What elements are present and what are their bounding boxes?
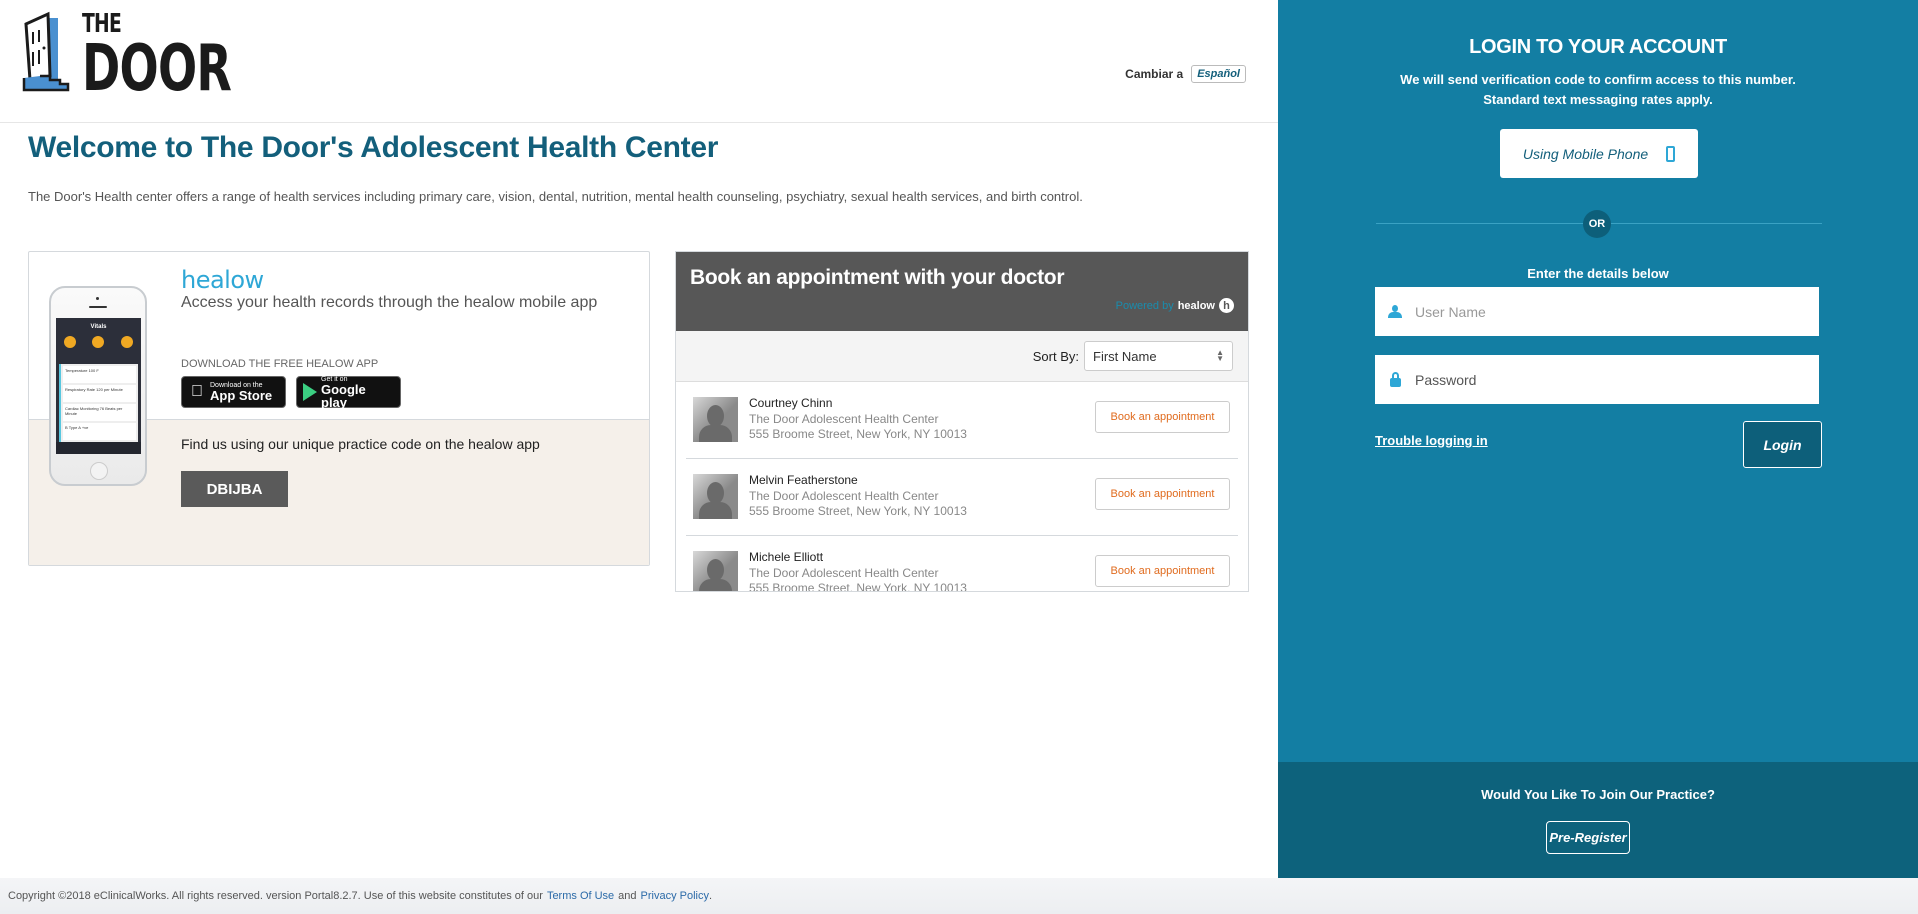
doctor-name: Michele Elliott (749, 550, 824, 564)
phone-speaker (89, 306, 107, 308)
phone-vitals-list: Temperature 100 F Respiratory Rate 120 p… (59, 364, 138, 442)
password-input[interactable] (1415, 371, 1795, 388)
login-title: LOGIN TO YOUR ACCOUNT (1469, 36, 1727, 58)
login-subtitle: We will send verification code to confir… (1400, 72, 1796, 107)
footer-period: . (709, 890, 713, 902)
healow-tagline: Access your health records through the h… (181, 294, 598, 311)
login-button[interactable]: Login (1743, 421, 1822, 468)
select-arrows-icon: ▲ ▼ (1216, 348, 1224, 363)
user-icon (1375, 304, 1415, 319)
page-title: Welcome to The Door's Adolescent Health … (28, 131, 719, 164)
sort-by-select[interactable]: First Name ▲ ▼ (1084, 341, 1233, 371)
doctor-practice: The Door Adolescent Health Center (749, 412, 939, 426)
logo-door: DOOR (82, 32, 232, 106)
bp-icon (120, 336, 133, 348)
doctor-address: 555 Broome Street, New York, NY 10013 (749, 427, 967, 441)
doctor-list-item: Courtney Chinn The Door Adolescent Healt… (686, 382, 1238, 459)
language-label: Cambiar a (1125, 67, 1184, 81)
phone-screen: Vitals Temperature 100 F Respiratory Rat… (56, 318, 141, 454)
book-appointment-card: Book an appointment with your doctor Pow… (675, 251, 1249, 592)
page: THE DOOR Cambiar a Español Welcome to Th… (0, 0, 1918, 914)
phone-vital-row: Temperature 100 F (63, 366, 136, 383)
phone-mockup-image: Vitals Temperature 100 F Respiratory Rat… (49, 286, 147, 486)
mobile-button-label: Using Mobile Phone (1522, 145, 1649, 162)
doctor-practice: The Door Adolescent Health Center (749, 566, 939, 580)
powered-by-brand: healow (1177, 299, 1215, 312)
healow-app-card: Vitals Temperature 100 F Respiratory Rat… (28, 251, 650, 566)
doctor-address: 555 Broome Street, New York, NY 10013 (749, 581, 967, 592)
join-practice-panel: Would You Like To Join Our Practice? Pre… (1278, 762, 1918, 878)
doctor-avatar (693, 474, 738, 519)
healow-h-icon: h (1219, 298, 1234, 313)
google-play-text: Get it on Google play (321, 376, 394, 409)
password-field (1375, 355, 1819, 404)
logo-wordmark: THE DOOR (82, 10, 289, 106)
using-mobile-phone-button[interactable]: Using Mobile Phone (1500, 129, 1698, 178)
trouble-logging-in-link[interactable]: Trouble logging in (1375, 433, 1488, 448)
pre-register-button[interactable]: Pre-Register (1546, 821, 1630, 854)
sort-bar: Sort By: First Name ▲ ▼ (676, 331, 1248, 382)
doctor-practice: The Door Adolescent Health Center (749, 489, 939, 503)
username-input[interactable] (1415, 303, 1795, 320)
doctor-name: Melvin Featherstone (749, 473, 858, 487)
doctor-address: 555 Broome Street, New York, NY 10013 (749, 504, 967, 518)
terms-of-use-link[interactable]: Terms Of Use (547, 890, 614, 902)
footer-and: and (618, 890, 637, 902)
phone-screen-title: Vitals (90, 324, 107, 330)
practice-code: DBIJBA (181, 471, 288, 507)
powered-by-healow: Powered by healow h (1116, 298, 1234, 313)
login-panel: LOGIN TO YOUR ACCOUNT We will send verif… (1278, 0, 1918, 878)
header: THE DOOR Cambiar a Español (0, 0, 1278, 123)
sort-label: Sort By: (1032, 348, 1079, 364)
door-icon (22, 11, 70, 92)
height-icon (64, 336, 77, 348)
phone-vital-row: B Type A +ve (63, 423, 136, 440)
appointment-title: Book an appointment with your doctor (690, 266, 1065, 289)
google-play-big: Google play (321, 381, 366, 410)
apple-icon:  (188, 383, 206, 401)
google-play-button[interactable]: Get it on Google play (296, 376, 401, 409)
doctor-avatar (693, 397, 738, 442)
book-appointment-button[interactable]: Book an appointment (1095, 401, 1230, 433)
username-field (1375, 287, 1819, 336)
google-play-icon (303, 383, 317, 401)
lock-icon (1375, 372, 1415, 387)
the-door-logo[interactable]: THE DOOR (22, 8, 232, 108)
weight-icon (92, 336, 105, 348)
book-appointment-button[interactable]: Book an appointment (1095, 478, 1230, 510)
details-label: Enter the details below (1527, 266, 1669, 281)
main-content: THE DOOR Cambiar a Español Welcome to Th… (0, 0, 1278, 878)
appointment-header: Book an appointment with your doctor Pow… (676, 252, 1248, 331)
book-appointment-button[interactable]: Book an appointment (1095, 555, 1230, 587)
download-label: DOWNLOAD THE FREE HEALOW APP (181, 358, 379, 370)
mobile-phone-icon (1666, 145, 1676, 162)
privacy-policy-link[interactable]: Privacy Policy (641, 890, 709, 902)
doctor-list-item: Michele Elliott The Door Adolescent Heal… (686, 536, 1238, 592)
intro-text: The Door's Health center offers a range … (28, 189, 1083, 204)
app-store-button[interactable]:  Download on the App Store (181, 376, 286, 408)
doctor-name: Courtney Chinn (749, 396, 833, 410)
espanol-button[interactable]: Español (1191, 65, 1246, 83)
app-store-text: Download on the App Store (210, 382, 272, 402)
phone-tab-bar (56, 442, 141, 454)
find-us-text: Find us using our unique practice code o… (181, 436, 540, 452)
healow-logo: healow (181, 266, 264, 294)
app-store-big: App Store (210, 388, 273, 403)
phone-camera (96, 297, 99, 300)
join-practice-text: Would You Like To Join Our Practice? (1481, 787, 1715, 802)
language-switch: Cambiar a Español (1125, 65, 1246, 83)
sort-selected-value: First Name (1093, 348, 1157, 364)
phone-home-button (90, 462, 108, 480)
doctor-avatar (693, 551, 738, 591)
powered-by-label: Powered by (1115, 299, 1174, 312)
doctor-list-item: Melvin Featherstone The Door Adolescent … (686, 459, 1238, 536)
footer: Copyright ©2018 eClinicalWorks. All righ… (0, 878, 1918, 914)
copyright-text: Copyright ©2018 eClinicalWorks. All righ… (8, 890, 543, 902)
phone-vital-row: Respiratory Rate 120 per Minute (63, 385, 136, 402)
or-badge: OR (1583, 210, 1611, 238)
phone-vital-row: Cardiac Monitoring 76 Beats per Minute (63, 404, 136, 421)
phone-vitals-icons (56, 336, 141, 348)
